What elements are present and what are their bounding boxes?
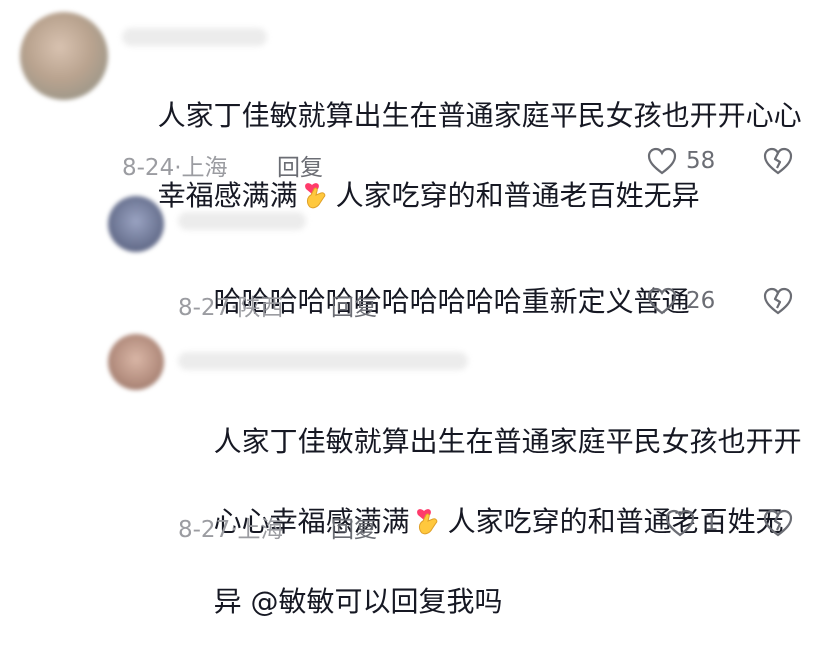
- reply-button[interactable]: 回复: [331, 288, 377, 322]
- heart-outline-icon: [665, 509, 695, 537]
- broken-heart-icon: [763, 509, 793, 537]
- comment-date-location: 8-27·陕西: [178, 295, 284, 321]
- dislike-button[interactable]: [762, 286, 794, 320]
- dislike-button[interactable]: [762, 146, 794, 180]
- avatar[interactable]: [108, 196, 164, 252]
- like-count: 26: [686, 288, 716, 314]
- avatar[interactable]: [20, 12, 108, 100]
- username[interactable]: [178, 352, 468, 370]
- comment-date-location: 8-24·上海: [122, 155, 228, 181]
- heart-outline-icon: [647, 287, 677, 315]
- broken-heart-icon: [763, 147, 793, 175]
- heart-outline-icon: [647, 147, 677, 175]
- comment-2: 哈哈哈哈哈哈哈哈哈哈哈重新定义普通 8-27·陕西 回复 26: [0, 190, 828, 330]
- username[interactable]: [122, 28, 267, 46]
- reply-button[interactable]: 回复: [331, 510, 377, 544]
- reply-button[interactable]: 回复: [277, 148, 323, 182]
- comment-date-location: 8-27·上海: [178, 517, 284, 543]
- like-button[interactable]: 26: [646, 286, 715, 316]
- like-count: 58: [686, 148, 716, 174]
- like-button[interactable]: 58: [646, 146, 715, 176]
- broken-heart-icon: [763, 287, 793, 315]
- comment-text-line: 人家丁佳敏就算出生在普通家庭平民女孩也开开: [213, 425, 802, 458]
- like-count: 1: [704, 510, 719, 536]
- avatar[interactable]: [108, 334, 164, 390]
- dislike-button[interactable]: [762, 508, 794, 542]
- comment-1: 人家丁佳敏就算出生在普通家庭平民女孩也开开心心 幸福感满满 人家吃穿的和普通老百姓…: [0, 0, 828, 212]
- comment-3: 人家丁佳敏就算出生在普通家庭平民女孩也开开 心心幸福感满满 人家吃穿的和普通老百姓…: [0, 330, 828, 618]
- username[interactable]: [178, 212, 306, 230]
- finger-heart-emoji: [416, 509, 437, 535]
- comment-text-line: 哈哈哈哈哈哈哈哈哈哈哈重新定义普通: [213, 285, 690, 318]
- comment-text-line: 人家丁佳敏就算出生在普通家庭平民女孩也开开心心: [157, 99, 802, 132]
- comment-text-line: 人家吃穿的和普通老百姓无: [447, 505, 784, 538]
- like-button[interactable]: 1: [664, 508, 719, 538]
- comment-text-line: 异 @敏敏可以回复我吗: [213, 585, 503, 618]
